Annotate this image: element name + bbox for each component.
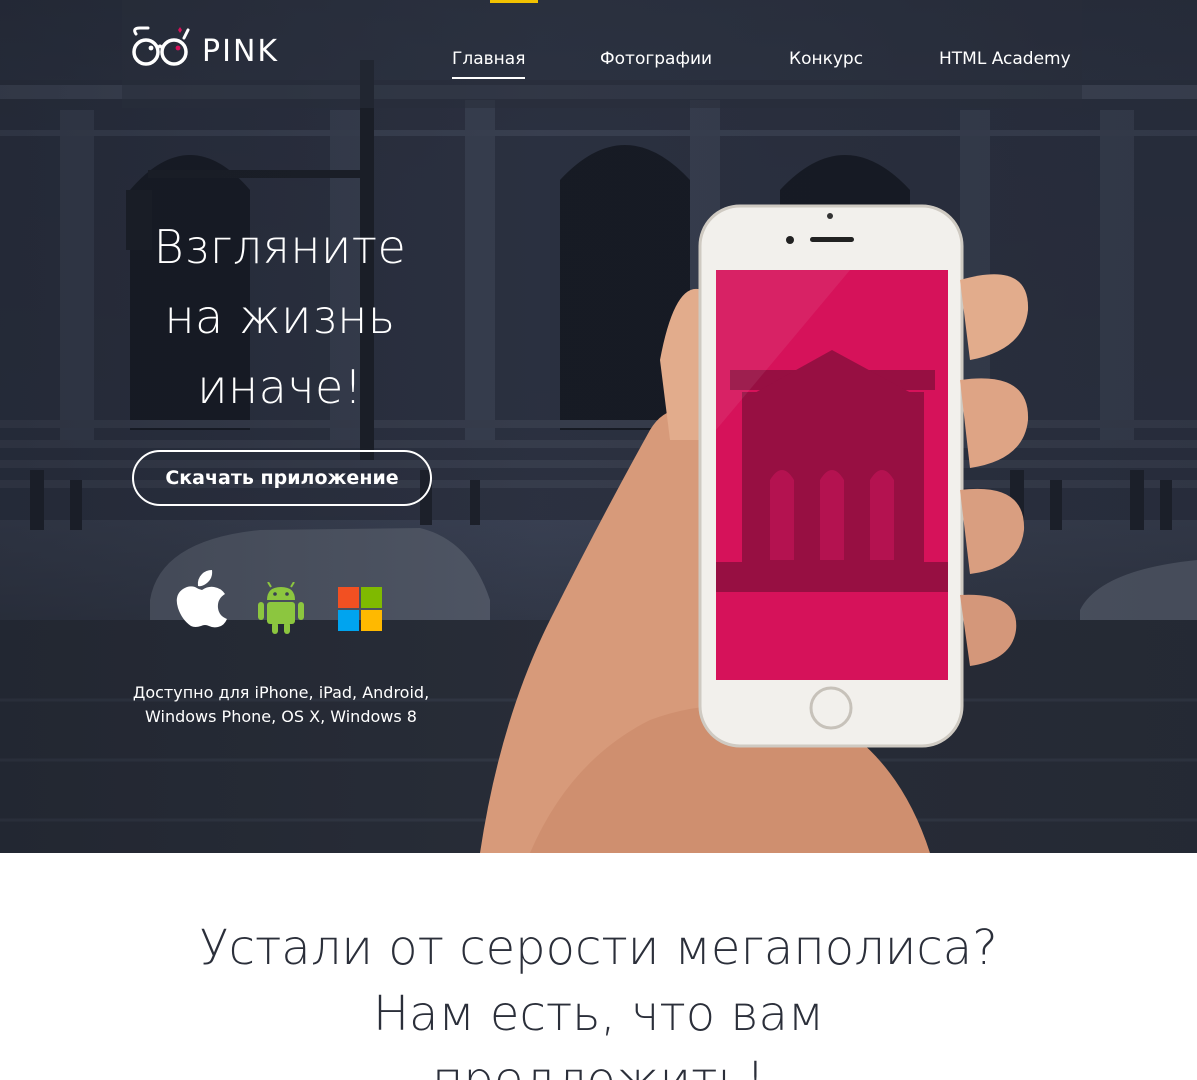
hero-headline: Взгляните на жизнь иначе! <box>110 212 450 422</box>
nav-item-home[interactable]: Главная <box>452 49 526 79</box>
availability-line: Доступно для iPhone, iPad, Android, <box>132 683 430 702</box>
download-app-button[interactable]: Скачать приложение <box>132 450 432 506</box>
nav-item-photos[interactable]: Фотографии <box>600 49 712 77</box>
headline-line: иначе! <box>197 360 363 414</box>
availability-line: Windows Phone, OS X, Windows 8 <box>145 707 417 726</box>
android-icon[interactable] <box>256 582 306 634</box>
promo-title-line: Нам есть, что вам <box>372 986 825 1042</box>
phone-in-hand-image <box>480 204 1029 853</box>
promo-title: Устали от серости мегаполиса? Нам есть, … <box>0 915 1197 1080</box>
headline-line: Взгляните <box>153 220 407 274</box>
glasses-logo-icon <box>132 26 190 66</box>
hero-section: PINK Главная Фотографии Конкурс HTML Aca… <box>0 0 1197 853</box>
nav-item-contest[interactable]: Конкурс <box>789 49 863 77</box>
logo[interactable]: PINK <box>130 20 290 74</box>
promo-title-line: предложить! <box>431 1052 766 1080</box>
apple-icon[interactable] <box>176 570 228 628</box>
nav-item-html-academy[interactable]: HTML Academy <box>939 49 1071 77</box>
promo-title-line: Устали от серости мегаполиса? <box>199 920 998 976</box>
availability-text: Доступно для iPhone, iPad, Android, Wind… <box>110 681 452 729</box>
headline-line: на жизнь <box>164 290 396 344</box>
top-accent-bar <box>490 0 538 3</box>
promo-section: Устали от серости мегаполиса? Нам есть, … <box>0 853 1197 1080</box>
logo-text: PINK <box>202 34 280 69</box>
windows-icon[interactable] <box>338 587 382 631</box>
